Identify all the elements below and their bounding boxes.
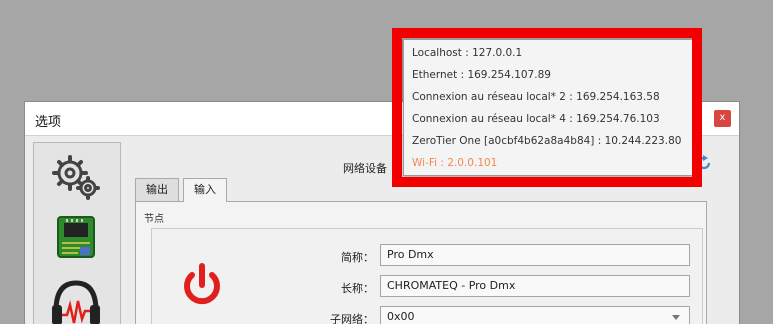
window-title: 选项 (35, 115, 62, 130)
highlight-box (392, 28, 702, 187)
subnet-value: 0x00 (387, 310, 415, 323)
short-name-input[interactable]: Pro Dmx (380, 244, 690, 266)
headphones-audio-icon[interactable] (44, 271, 108, 324)
tab-input[interactable]: 输入 (183, 178, 227, 202)
network-device-label: 网络设备 (343, 162, 387, 175)
node-group-label: 节点 (144, 214, 164, 225)
short-name-label: 简称： (341, 251, 374, 264)
tab-output[interactable]: 输出 (135, 178, 179, 201)
chevron-down-icon (672, 315, 680, 320)
subnet-select[interactable]: 0x00 (380, 306, 690, 324)
long-name-input[interactable]: CHROMATEQ - Pro Dmx (380, 275, 690, 297)
options-sidebar (33, 142, 121, 324)
subnet-label: 子网络： (330, 313, 374, 324)
long-name-label: 长称： (341, 282, 374, 295)
circuit-board-icon[interactable] (44, 209, 108, 267)
power-icon[interactable] (180, 261, 224, 311)
close-button[interactable]: x (714, 110, 731, 127)
gears-icon[interactable] (44, 147, 108, 205)
input-tab-panel: 节点 简称： Pro Dmx 长称： CHROMATEQ - Pro Dmx 子… (135, 201, 707, 324)
node-group-box: 简称： Pro Dmx 长称： CHROMATEQ - Pro Dmx 子网络：… (151, 228, 703, 324)
